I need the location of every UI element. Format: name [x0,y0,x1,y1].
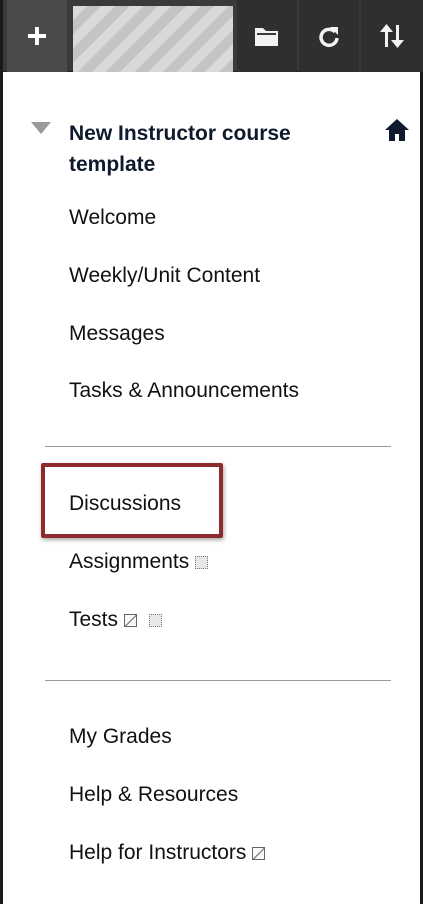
menu-divider [45,446,391,447]
folder-view-button[interactable] [237,0,297,72]
home-icon[interactable] [384,118,410,142]
menu-item-label: Tests [69,608,119,631]
menu-item-label: My Grades [69,725,172,748]
menu-toolbar [3,0,423,72]
menu-item-label: Tasks & Announcements [69,379,299,402]
menu-item-label: Discussions [69,492,182,515]
toolbar-spacer [73,6,233,72]
menu-item-tests[interactable]: Tests [69,607,163,633]
hidden-from-students-icon [195,555,209,569]
course-menu-panel: New Instructor course template Welcome W… [0,0,423,904]
course-title[interactable]: New Instructor course template [69,118,359,180]
menu-item-label: Welcome [69,206,157,229]
folder-icon [255,28,278,46]
menu-item-label: Weekly/Unit Content [69,264,261,287]
collapse-triangle-icon[interactable] [31,122,51,134]
plus-icon [28,27,46,45]
menu-item-tasks-announcements[interactable]: Tasks & Announcements [69,378,299,404]
menu-item-help-for-instructors[interactable]: Help for Instructors [69,840,266,866]
hidden-from-students-icon [149,613,163,627]
menu-item-help-resources[interactable]: Help & Resources [69,782,238,808]
menu-item-weekly-unit-content[interactable]: Weekly/Unit Content [69,263,260,289]
menu-item-label: Assignments [69,550,190,573]
add-menu-item-button[interactable] [7,0,67,72]
refresh-button[interactable] [299,0,359,72]
menu-item-messages[interactable]: Messages [69,321,165,347]
no-content-icon [124,613,138,627]
sort-arrows-icon [380,24,404,48]
menu-item-label: Help & Resources [69,783,239,806]
refresh-icon [319,27,339,48]
menu-item-label: Help for Instructors [69,841,247,864]
reorder-button[interactable] [361,0,423,72]
menu-item-assignments[interactable]: Assignments [69,549,209,575]
menu-item-my-grades[interactable]: My Grades [69,724,172,750]
course-header: New Instructor course template [31,118,423,188]
menu-item-discussions[interactable]: Discussions [69,491,181,517]
menu-item-label: Messages [69,322,165,345]
menu-item-welcome[interactable]: Welcome [69,205,156,231]
no-content-icon [252,846,266,860]
menu-divider [45,680,391,681]
